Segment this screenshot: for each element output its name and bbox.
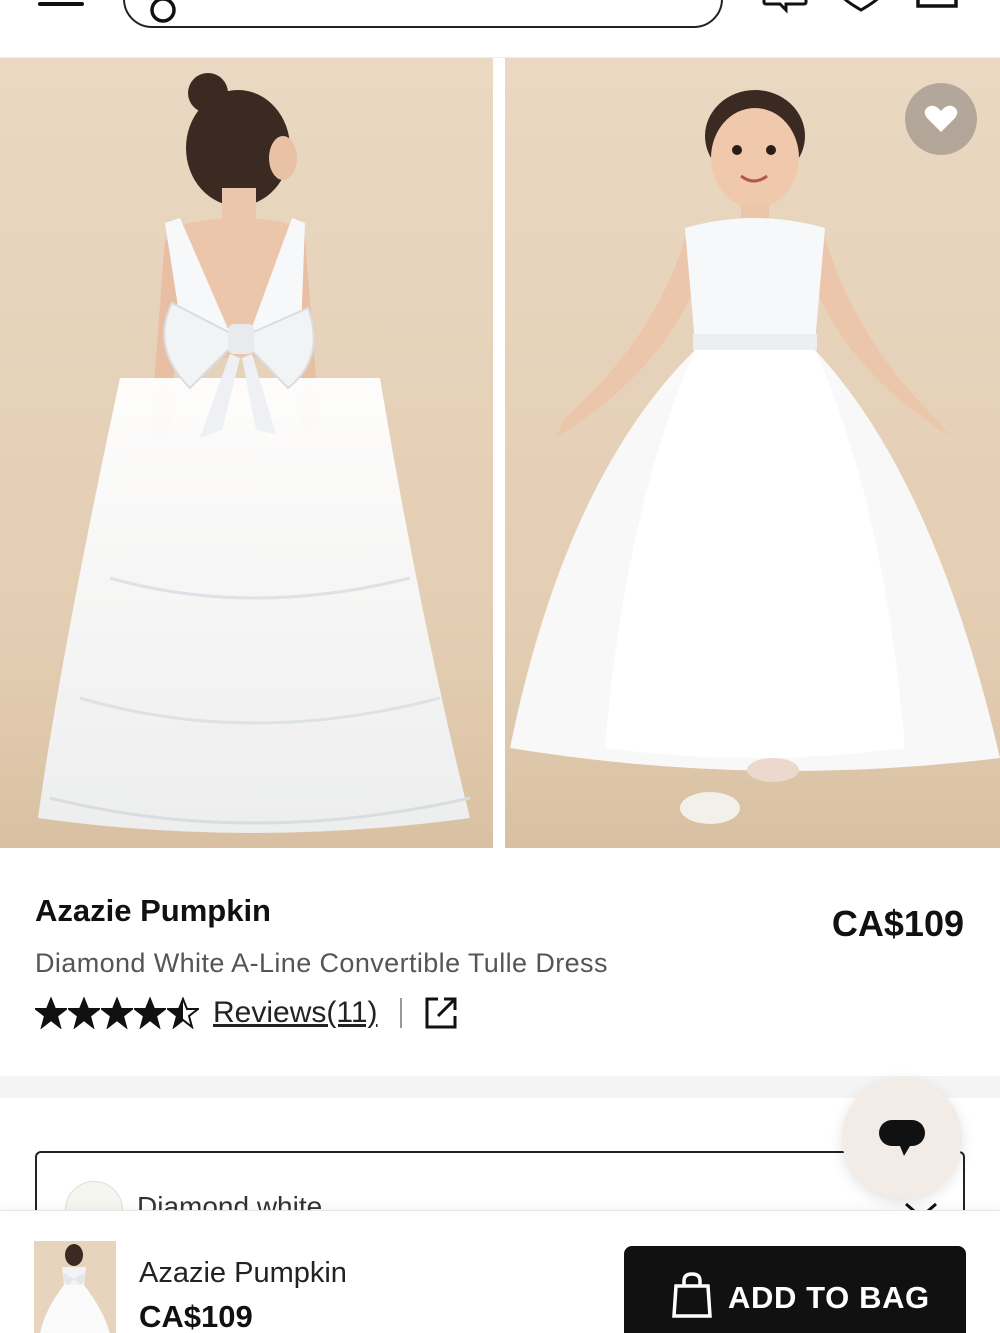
product-brand: Azazie Pumpkin bbox=[35, 893, 271, 928]
divider bbox=[399, 998, 402, 1028]
star-icon bbox=[68, 997, 100, 1029]
add-to-bag-label: ADD TO BAG bbox=[728, 1280, 930, 1315]
wishlist-button[interactable] bbox=[905, 83, 977, 155]
bag-icon[interactable] bbox=[914, 0, 960, 14]
heart-icon bbox=[924, 105, 958, 132]
star-icon bbox=[101, 997, 133, 1029]
search-input[interactable] bbox=[123, 0, 723, 28]
product-name: Diamond White A-Line Convertible Tulle D… bbox=[35, 948, 608, 978]
top-header bbox=[0, 0, 1000, 58]
reviews-link[interactable]: Reviews(11) bbox=[213, 996, 378, 1030]
chat-icon[interactable] bbox=[762, 0, 808, 14]
product-image-back[interactable] bbox=[0, 58, 493, 848]
star-icon bbox=[35, 997, 67, 1029]
heart-icon[interactable] bbox=[838, 0, 884, 14]
hamburger-menu-icon[interactable] bbox=[38, 0, 84, 12]
section-divider bbox=[0, 1076, 1000, 1098]
product-thumbnail[interactable] bbox=[34, 1241, 116, 1333]
chat-button[interactable] bbox=[842, 1078, 962, 1198]
rating-row: Reviews(11) bbox=[35, 993, 458, 1033]
product-image-front[interactable] bbox=[505, 58, 1000, 848]
star-icon bbox=[134, 997, 166, 1029]
sticky-product-price: CA$109 bbox=[139, 1299, 253, 1333]
sticky-add-to-bag-bar: Azazie Pumpkin CA$109 ADD TO BAG bbox=[0, 1210, 1000, 1333]
product-gallery[interactable] bbox=[0, 58, 1000, 848]
star-icon bbox=[167, 997, 199, 1029]
shopping-bag-icon bbox=[672, 1272, 712, 1318]
chat-bubble-icon bbox=[879, 1120, 925, 1156]
product-price: CA$109 bbox=[831, 903, 964, 944]
sticky-product-name: Azazie Pumpkin bbox=[139, 1257, 347, 1289]
search-icon bbox=[150, 0, 176, 23]
external-link-icon[interactable] bbox=[424, 996, 458, 1030]
add-to-bag-button[interactable]: ADD TO BAG bbox=[624, 1246, 966, 1333]
star-rating bbox=[35, 997, 199, 1029]
